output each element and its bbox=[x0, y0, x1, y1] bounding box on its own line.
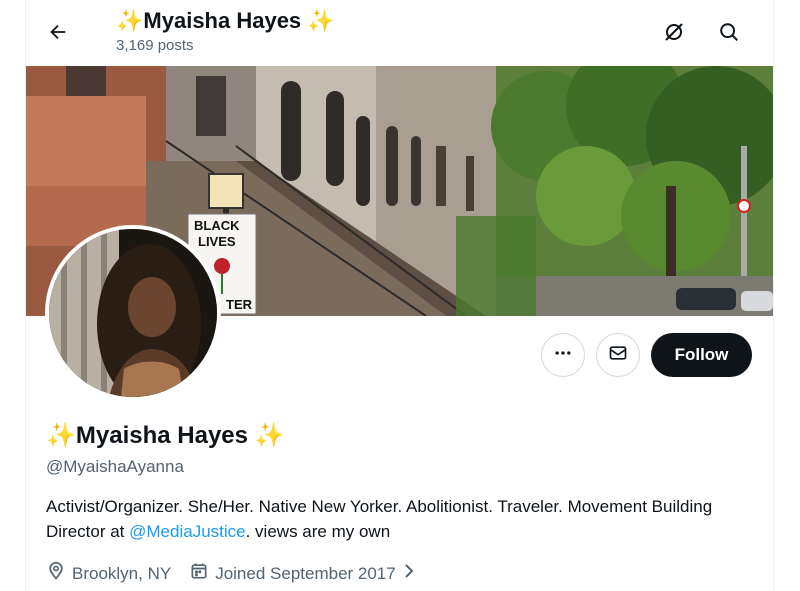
arrow-left-icon bbox=[47, 21, 69, 48]
sparkle-emoji: ✨ bbox=[46, 422, 76, 449]
user-handle: @MyaishaAyanna bbox=[46, 457, 184, 476]
display-name: ✨Myaisha Hayes ✨ bbox=[46, 420, 285, 452]
avatar-image bbox=[49, 229, 217, 397]
sparkle-emoji: ✨ bbox=[254, 422, 285, 449]
header-name: ✨Myaisha Hayes ✨ bbox=[116, 6, 335, 36]
no-notifications-icon bbox=[662, 20, 686, 49]
search-button[interactable] bbox=[711, 16, 747, 52]
back-button[interactable] bbox=[40, 16, 76, 52]
posts-count: 3,169 posts bbox=[116, 37, 194, 54]
profile-meta: Brooklyn, NY Joined September 2017 bbox=[46, 561, 440, 587]
search-icon bbox=[718, 21, 740, 48]
more-button[interactable] bbox=[541, 333, 585, 377]
sparkle-emoji: ✨ bbox=[116, 8, 144, 33]
bio: Activist/Organizer. She/Her. Native New … bbox=[46, 494, 746, 544]
header-name-text: Myaisha Hayes bbox=[143, 8, 302, 33]
sign-text-3: TER bbox=[226, 297, 253, 312]
avatar[interactable] bbox=[45, 225, 221, 401]
location: Brooklyn, NY bbox=[46, 561, 171, 587]
top-bar: ✨Myaisha Hayes ✨ 3,169 posts bbox=[26, 0, 773, 66]
chevron-right-icon bbox=[402, 562, 422, 586]
location-text: Brooklyn, NY bbox=[72, 564, 172, 583]
bio-text: . views are my own bbox=[245, 522, 391, 541]
sign-text-2: LIVES bbox=[198, 234, 236, 249]
display-name-text: Myaisha Hayes bbox=[75, 422, 248, 449]
message-button[interactable] bbox=[596, 333, 640, 377]
envelope-icon bbox=[608, 343, 628, 368]
follow-button[interactable]: Follow bbox=[651, 333, 752, 377]
sign-text-1: BLACK bbox=[194, 218, 240, 233]
header-title: ✨Myaisha Hayes ✨ 3,169 posts bbox=[116, 6, 335, 55]
profile-page: ✨Myaisha Hayes ✨ 3,169 posts BLACK LIVES… bbox=[25, 0, 774, 591]
calendar-icon bbox=[189, 561, 215, 587]
more-horizontal-icon bbox=[553, 343, 573, 368]
joined-text: Joined September 2017 bbox=[215, 564, 396, 583]
sparkle-emoji: ✨ bbox=[307, 8, 335, 33]
mute-button[interactable] bbox=[656, 16, 692, 52]
bio-mention-link[interactable]: @MediaJustice bbox=[129, 522, 245, 541]
location-pin-icon bbox=[46, 561, 72, 587]
joined-date[interactable]: Joined September 2017 bbox=[189, 561, 422, 587]
